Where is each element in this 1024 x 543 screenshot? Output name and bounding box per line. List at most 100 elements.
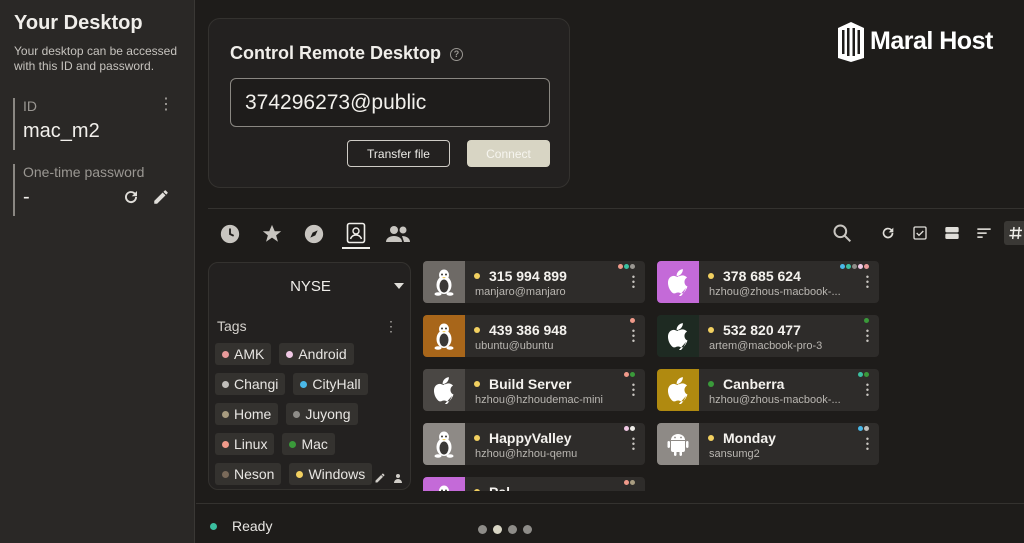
id-menu-icon[interactable]: ⋮ [158, 97, 174, 113]
online-status-dot [708, 273, 714, 279]
peer-menu-icon[interactable]: • • • [632, 435, 635, 454]
page-dot[interactable] [493, 525, 502, 534]
transfer-file-button[interactable]: Transfer file [347, 140, 450, 167]
select-button[interactable] [908, 221, 932, 245]
peer-name: 439 386 948 [489, 322, 567, 338]
peer-grid: 315 994 899 manjaro@manjaro • • • 378 685 624… [423, 261, 883, 491]
status-indicator [210, 523, 217, 530]
connect-button[interactable]: Connect [467, 140, 550, 167]
tag-label: Neson [234, 466, 275, 482]
tag-color-dot [289, 440, 297, 448]
tags-menu-icon[interactable]: ⋮ [384, 318, 398, 335]
peer-card[interactable]: 532 820 477 artem@macbook-pro-3 • • • [657, 315, 879, 357]
otp-field: One-time password - [13, 164, 178, 216]
peer-menu-icon[interactable]: • • • [866, 381, 869, 400]
tag-color-dot [222, 350, 229, 358]
help-icon[interactable]: ? [450, 47, 464, 61]
peer-menu-icon[interactable]: • • • [632, 327, 635, 346]
tag-dot [624, 372, 629, 377]
tag-color-dot [286, 350, 294, 358]
control-remote-title-text: Control Remote Desktop [230, 43, 442, 63]
tag-chip[interactable]: Home [215, 403, 279, 425]
peer-name: Build Server [489, 376, 572, 392]
tag-chip[interactable]: Android [279, 343, 354, 365]
linux-icon [423, 477, 465, 491]
tag-dot [624, 264, 629, 269]
peer-menu-icon[interactable]: • • • [632, 273, 635, 292]
otp-label: One-time password [23, 164, 145, 180]
tag-chip[interactable]: Windows [289, 463, 373, 485]
tab-group[interactable] [384, 219, 412, 249]
tag-dot [858, 264, 863, 269]
main-area: Control Remote Desktop ? Transfer file C… [196, 0, 1024, 543]
peer-card[interactable]: 378 685 624 hzhou@zhous-macbook-... • • • [657, 261, 879, 303]
tag-list: AMK Android Changi CityHall Home Juyong Linux M… [215, 343, 407, 485]
refresh-icon [882, 227, 894, 239]
peer-card[interactable]: HappyValley hzhou@hzhou-qemu • • • [423, 423, 645, 465]
refresh-button[interactable] [876, 221, 900, 245]
pager [478, 525, 532, 534]
tab-address-book[interactable] [342, 219, 370, 249]
peer-card[interactable]: Pal••• [423, 477, 645, 491]
tag-dot [864, 426, 869, 431]
tag-chip[interactable]: AMK [215, 343, 272, 365]
user-icon[interactable] [392, 472, 404, 487]
peer-card[interactable]: 439 386 948 ubuntu@ubuntu • • • [423, 315, 645, 357]
tag-color-dot [296, 470, 304, 478]
peer-name: Canberra [723, 376, 785, 392]
peer-card[interactable]: 315 994 899 manjaro@manjaro • • • [423, 261, 645, 303]
refresh-password-icon[interactable] [122, 188, 140, 211]
linux-icon [423, 261, 465, 303]
address-book-selector[interactable]: NYSE [209, 263, 410, 309]
remote-id-input[interactable] [230, 78, 550, 127]
tag-label: Home [234, 406, 272, 422]
edit-password-icon[interactable] [152, 188, 170, 211]
peer-menu-icon[interactable]: • • • [632, 381, 635, 400]
tag-chip[interactable]: Neson [215, 463, 282, 485]
hash-icon [1009, 226, 1022, 240]
peer-menu-icon[interactable]: • • • [866, 273, 869, 292]
mac-icon [423, 369, 465, 411]
peer-name: 315 994 899 [489, 268, 567, 284]
peer-menu-icon[interactable]: • • • [866, 327, 869, 346]
view-toggle-button[interactable] [940, 221, 964, 245]
peer-tag-dots [624, 372, 635, 377]
tag-dot [858, 372, 863, 377]
tag-chip[interactable]: Juyong [286, 403, 358, 425]
peer-card[interactable]: Monday sansumg2 • • • [657, 423, 879, 465]
peer-card[interactable]: Canberra hzhou@zhous-macbook-... • • • [657, 369, 879, 411]
tag-label: Linux [234, 436, 268, 452]
page-dot[interactable] [478, 525, 487, 534]
peer-menu-icon[interactable]: • • • [866, 435, 869, 454]
search-button[interactable] [830, 221, 854, 245]
peer-username: ubuntu@ubuntu [475, 340, 554, 352]
tag-color-dot [222, 440, 229, 448]
tag-dot [630, 318, 635, 323]
tag-label: Changi [234, 376, 279, 392]
page-dot[interactable] [508, 525, 517, 534]
tag-dot [864, 318, 869, 323]
tag-panel: NYSE Tags ⋮ AMK Android Changi CityHall Home… [208, 262, 411, 490]
tab-favorites[interactable] [258, 219, 286, 249]
sort-button[interactable] [972, 221, 996, 245]
tag-chip[interactable]: Changi [215, 373, 286, 395]
address-book-selected: NYSE [290, 277, 331, 295]
mac-icon [657, 369, 699, 411]
tag-chip[interactable]: CityHall [293, 373, 368, 395]
peer-card[interactable]: Build Server hzhou@hzhoudemac-mini • • • [423, 369, 645, 411]
page-dot[interactable] [523, 525, 532, 534]
tab-discovered[interactable] [300, 219, 328, 249]
tag-dot [630, 480, 635, 485]
tag-dot [864, 264, 869, 269]
tag-chip[interactable]: Linux [215, 433, 275, 455]
tag-label: Mac [301, 436, 328, 452]
tag-chip[interactable]: Mac [282, 433, 335, 455]
edit-tags-icon[interactable] [374, 472, 386, 487]
tag-dot [630, 372, 635, 377]
history-icon [220, 224, 240, 244]
tag-dot [858, 426, 863, 431]
hash-button[interactable] [1004, 221, 1024, 245]
peer-name: 532 820 477 [723, 322, 801, 338]
peer-tag-dots [624, 480, 635, 485]
tab-recent[interactable] [216, 219, 244, 249]
